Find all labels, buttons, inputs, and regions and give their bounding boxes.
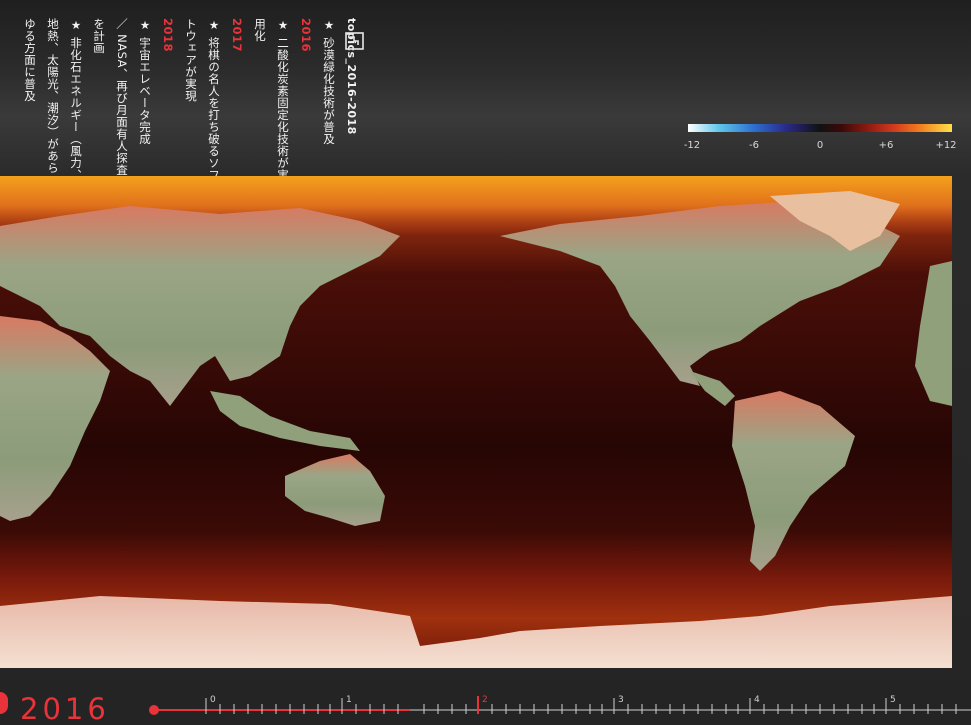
scale-tick-label: 0: [816, 140, 824, 151]
timeline-minor-ticks: [219, 704, 957, 714]
timeline-tick-label: 3: [618, 695, 624, 705]
scale-gradient-bar: [688, 124, 952, 132]
scale-ticks: -12 -6 0 +6 +12: [684, 140, 957, 154]
topics-year-2018: 2018: [161, 18, 175, 53]
scale-tick-label: -6: [749, 140, 759, 151]
book-icon: [345, 32, 364, 50]
timeline-marker: [0, 692, 8, 714]
topics-2018-item-1: ★ 宇宙エレベータ完成: [138, 18, 152, 145]
timeline-year: 2016: [20, 692, 110, 725]
topics-2016-item-1: ★ 砂漠緑化技術が普及: [322, 18, 336, 145]
temperature-scale: -12 -6 0 +6 +12: [684, 124, 957, 154]
scale-tick-label: -12: [683, 140, 701, 151]
timeline-tick-label: 0: [210, 695, 216, 705]
timeline-tick-label: 1: [346, 695, 352, 705]
timeline-ruler[interactable]: 0 1 2 3 4 5: [148, 692, 971, 722]
topics-2017-item-1: ★ 二酸化炭素固定化技術が実用化: [253, 18, 290, 181]
world-temperature-map: [0, 176, 952, 668]
scale-tick-label: +6: [878, 140, 894, 151]
timeline-tick-label: 2: [482, 695, 488, 705]
topics-2018-item-2: ／ NASA、再び月面有人探査を計画: [92, 18, 129, 177]
timeline-ticks: [205, 698, 887, 714]
topics-panel: topics_2016-2018 ★ 砂漠緑化技術が普及 2016 ★ 二酸化炭…: [18, 18, 363, 183]
topics-year-2017: 2017: [230, 18, 244, 53]
timeline-tick-label: 5: [890, 695, 896, 705]
timeline-tick-label: 4: [754, 695, 760, 705]
page: topics_2016-2018 ★ 砂漠緑化技術が普及 2016 ★ 二酸化炭…: [0, 0, 971, 725]
topics-year-2016: 2016: [299, 18, 313, 53]
timeline: 2016 0 1 2 3 4 5: [0, 688, 971, 725]
scale-tick-label: +12: [935, 140, 957, 151]
topics-2018-item-3: ★ 非化石エネルギー（風力、地熱、太陽光、潮汐）があらゆる方面に普及: [23, 18, 83, 181]
topics-2017-item-2: ★ 将棋の名人を打ち破るソフトウェアが実現: [184, 18, 221, 181]
